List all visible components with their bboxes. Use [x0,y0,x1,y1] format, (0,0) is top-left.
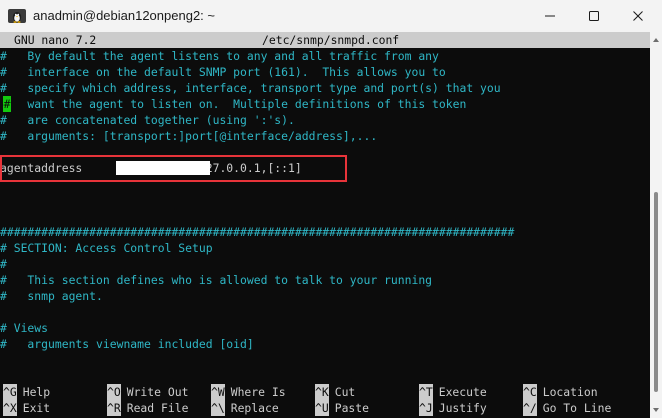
shortcut-label: Cut [334,385,356,399]
shortcut-label: Where Is [230,385,286,399]
scroll-down-arrow-icon[interactable] [652,406,660,414]
shortcut-key: ^T [419,384,433,400]
shortcut-label: Help [22,385,51,399]
editor-line[interactable]: # SECTION: Access Control Setup [0,240,213,256]
shortcut-key: ^\ [211,400,225,416]
shortcut-label: Paste [334,401,370,415]
shortcut-execute[interactable]: ^T Execute [419,384,487,400]
window-title: anadmin@debian12onpeng2: ~ [33,8,215,23]
maximize-button[interactable] [572,0,616,32]
editor-line[interactable]: # Views [0,320,48,336]
editor-line[interactable]: # are concatenated together (using ':'s)… [0,112,295,128]
terminal-penguin-icon [8,9,26,23]
editor-line[interactable]: # arguments viewname included [oid] [0,336,254,352]
shortcut-paste[interactable]: ^U Paste [315,400,369,416]
minimize-icon [545,15,555,17]
shortcut-key: ^U [315,400,329,416]
close-icon [633,11,643,21]
shortcut-label: Execute [438,385,487,399]
minimize-button[interactable] [528,0,572,32]
terminal-content[interactable]: GNU nano 7.2 /etc/snmp/snmpd.conf # By d… [0,32,650,418]
editor-line[interactable]: want the agent to listen on. Multiple de… [0,96,466,112]
shortcut-key: ^R [107,400,121,416]
shortcut-location[interactable]: ^C Location [523,384,598,400]
highlight-annotation-box [0,155,347,182]
shortcut-key: ^W [211,384,225,400]
shortcut-label: Justify [438,401,487,415]
editor-line[interactable]: # arguments: [transport:]port[@interface… [0,128,377,144]
shortcut-go-to-line[interactable]: ^/ Go To Line [523,400,611,416]
nano-header-bar: GNU nano 7.2 /etc/snmp/snmpd.conf [0,32,650,48]
editor-line[interactable]: # specify which address, interface, tran… [0,80,501,96]
shortcut-key: ^G [3,384,17,400]
editor-line[interactable]: # interface on the default SNMP port (16… [0,64,446,80]
nano-version: GNU nano 7.2 [14,33,97,47]
editor-line[interactable]: # snmp agent. [0,288,103,304]
shortcut-key: ^/ [523,400,537,416]
text-cursor: # [3,96,11,112]
shortcut-key: ^O [107,384,121,400]
editor-line[interactable]: # This section defines who is allowed to… [0,272,432,288]
shortcut-where-is[interactable]: ^W Where Is [211,384,286,400]
terminal-window: anadmin@debian12onpeng2: ~ GNU nano 7.2 … [0,0,662,418]
shortcut-label: Replace [230,401,279,415]
editor-line[interactable]: ########################################… [0,224,514,240]
shortcut-key: ^C [523,384,537,400]
shortcut-label: Write Out [126,385,189,399]
shortcut-label: Go To Line [542,401,612,415]
editor-line[interactable]: # By default the agent listens to any an… [0,48,439,64]
scroll-up-arrow-icon[interactable] [652,36,660,44]
title-bar[interactable]: anadmin@debian12onpeng2: ~ [0,0,662,33]
maximize-icon [589,11,599,21]
close-button[interactable] [616,0,660,32]
shortcut-key: ^X [3,400,17,416]
shortcut-help[interactable]: ^G Help [3,384,50,400]
shortcut-label: Read File [126,401,189,415]
shortcut-label: Location [542,385,598,399]
vertical-scrollbar[interactable] [650,32,662,418]
shortcut-cut[interactable]: ^K Cut [315,384,355,400]
shortcut-key: ^K [315,384,329,400]
shortcut-justify[interactable]: ^J Justify [419,400,487,416]
shortcut-exit[interactable]: ^X Exit [3,400,50,416]
editor-line[interactable]: # [0,256,7,272]
shortcut-read-file[interactable]: ^R Read File [107,400,188,416]
shortcut-key: ^J [419,400,433,416]
nano-filename: /etc/snmp/snmpd.conf [262,33,400,47]
shortcut-replace[interactable]: ^\ Replace [211,400,279,416]
scrollbar-thumb[interactable] [654,192,658,392]
shortcut-label: Exit [22,401,51,415]
shortcut-write-out[interactable]: ^O Write Out [107,384,188,400]
